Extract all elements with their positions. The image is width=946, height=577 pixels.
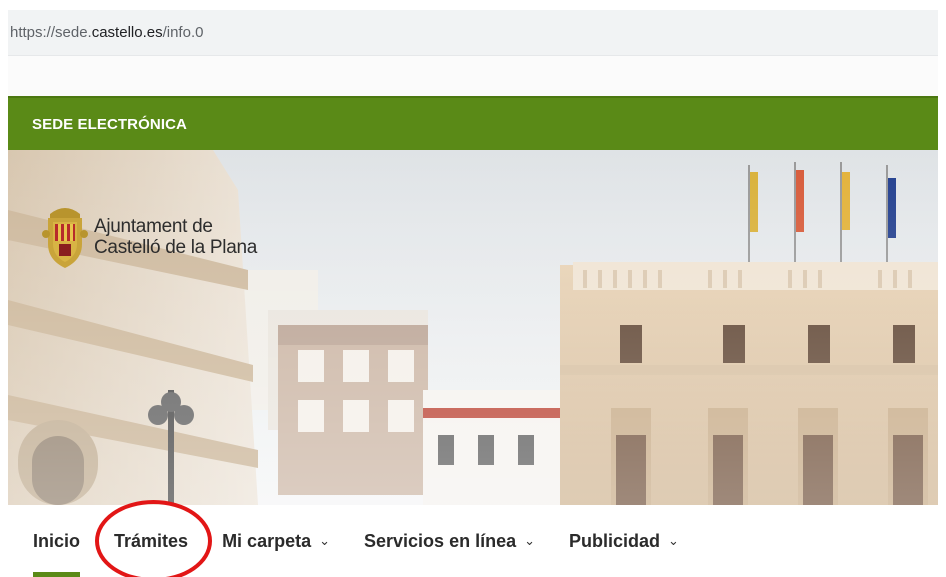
address-bar[interactable]: https://sede. castello.es/info.0 <box>8 10 938 56</box>
nav-mi-carpeta[interactable]: Mi carpeta ⌄ <box>222 505 330 577</box>
nav-publicidad[interactable]: Publicidad ⌄ <box>569 505 679 577</box>
logo-text: Ajuntament de Castelló de la Plana <box>94 216 257 258</box>
url-path: /info.0 <box>162 24 204 41</box>
hero-image: Ajuntament de Castelló de la Plana <box>8 150 938 505</box>
nav-inicio[interactable]: Inicio <box>33 505 81 577</box>
nav-publicidad-label: Publicidad <box>569 530 661 551</box>
main-nav: Inicio Trámites Mi carpeta ⌄ Servicios e… <box>8 505 938 577</box>
nav-tramites-label: Trámites <box>114 530 189 551</box>
nav-servicios-label: Servicios en línea <box>364 530 517 551</box>
logo-line-1: Ajuntament de <box>94 216 213 237</box>
nav-inicio-label: Inicio <box>33 530 81 551</box>
active-indicator <box>33 572 81 577</box>
sede-banner: SEDE ELECTRÓNICA <box>8 96 938 150</box>
header-spacer <box>8 56 938 96</box>
url-host: castello.es <box>91 24 163 41</box>
chevron-down-icon: ⌄ <box>524 533 535 548</box>
chevron-down-icon: ⌄ <box>668 533 679 548</box>
nav-tramites[interactable]: Trámites <box>114 505 188 577</box>
url-prefix: https://sede. <box>10 24 92 41</box>
coat-of-arms-icon <box>42 208 88 268</box>
nav-servicios-en-linea[interactable]: Servicios en línea ⌄ <box>364 505 535 577</box>
chevron-down-icon: ⌄ <box>319 533 331 548</box>
nav-mi-carpeta-label: Mi carpeta <box>222 530 312 551</box>
logo-line-2: Castelló de la Plana <box>94 237 257 258</box>
sede-banner-label[interactable]: SEDE ELECTRÓNICA <box>32 116 187 133</box>
ajuntament-logo[interactable]: Ajuntament de Castelló de la Plana <box>42 204 257 270</box>
